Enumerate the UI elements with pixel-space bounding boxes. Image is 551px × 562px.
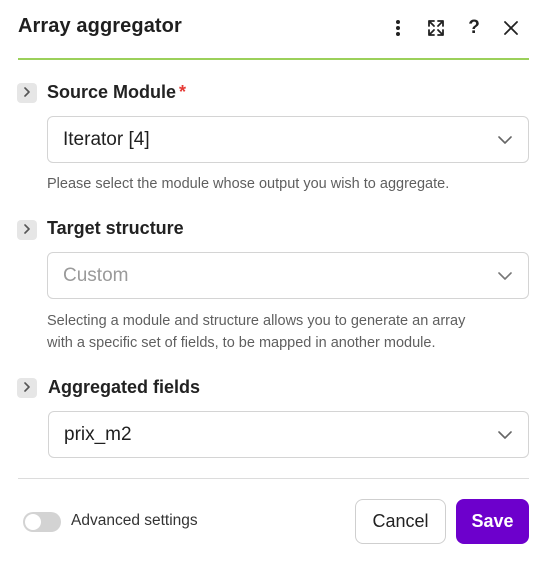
aggregated-collapse-toggle[interactable] <box>17 378 37 398</box>
source-module-label-text: Source Module <box>47 82 177 102</box>
footer-divider <box>18 478 529 479</box>
dialog-title: Array aggregator <box>18 15 182 37</box>
advanced-settings-toggle[interactable] <box>23 512 61 532</box>
required-marker: * <box>179 82 187 102</box>
save-button[interactable]: Save <box>456 499 529 544</box>
chevron-down-icon <box>498 430 512 439</box>
target-collapse-toggle[interactable] <box>17 220 37 240</box>
source-collapse-toggle[interactable] <box>17 83 37 103</box>
aggregated-fields-value: prix_m2 <box>64 423 132 445</box>
cancel-button[interactable]: Cancel <box>355 499 446 544</box>
aggregated-fields-select[interactable]: prix_m2 <box>48 411 529 458</box>
dialog-header: Array aggregator ? <box>18 0 529 60</box>
target-structure-select[interactable]: Custom <box>47 252 529 299</box>
chevron-down-icon <box>498 271 512 280</box>
aggregated-fields-label: Aggregated fields <box>48 377 200 398</box>
chevron-right-icon <box>23 221 31 239</box>
chevron-right-icon <box>23 84 31 102</box>
aggregated-fields-label-text: Aggregated fields <box>48 377 201 397</box>
toggle-knob <box>25 514 41 530</box>
target-structure-label-text: Target structure <box>47 218 184 238</box>
target-help-line-2: with a specific set of fields, to be map… <box>47 335 436 351</box>
source-module-label: Source Module * <box>47 82 186 103</box>
expand-icon[interactable] <box>424 16 448 40</box>
more-vertical-icon[interactable] <box>386 16 410 40</box>
chevron-right-icon <box>23 379 31 397</box>
chevron-down-icon <box>498 135 512 144</box>
source-module-help: Please select the module whose output yo… <box>47 176 450 192</box>
source-module-select[interactable]: Iterator [4] <box>47 116 529 163</box>
advanced-settings-label: Advanced settings <box>71 512 198 529</box>
target-structure-label: Target structure <box>47 218 184 239</box>
source-module-value: Iterator [4] <box>63 128 150 150</box>
target-structure-value: Custom <box>63 264 129 286</box>
close-icon[interactable] <box>499 16 523 40</box>
target-help-line-1: Selecting a module and structure allows … <box>47 313 466 329</box>
target-structure-help: Selecting a module and structure allows … <box>47 310 527 354</box>
help-icon[interactable]: ? <box>462 16 486 40</box>
